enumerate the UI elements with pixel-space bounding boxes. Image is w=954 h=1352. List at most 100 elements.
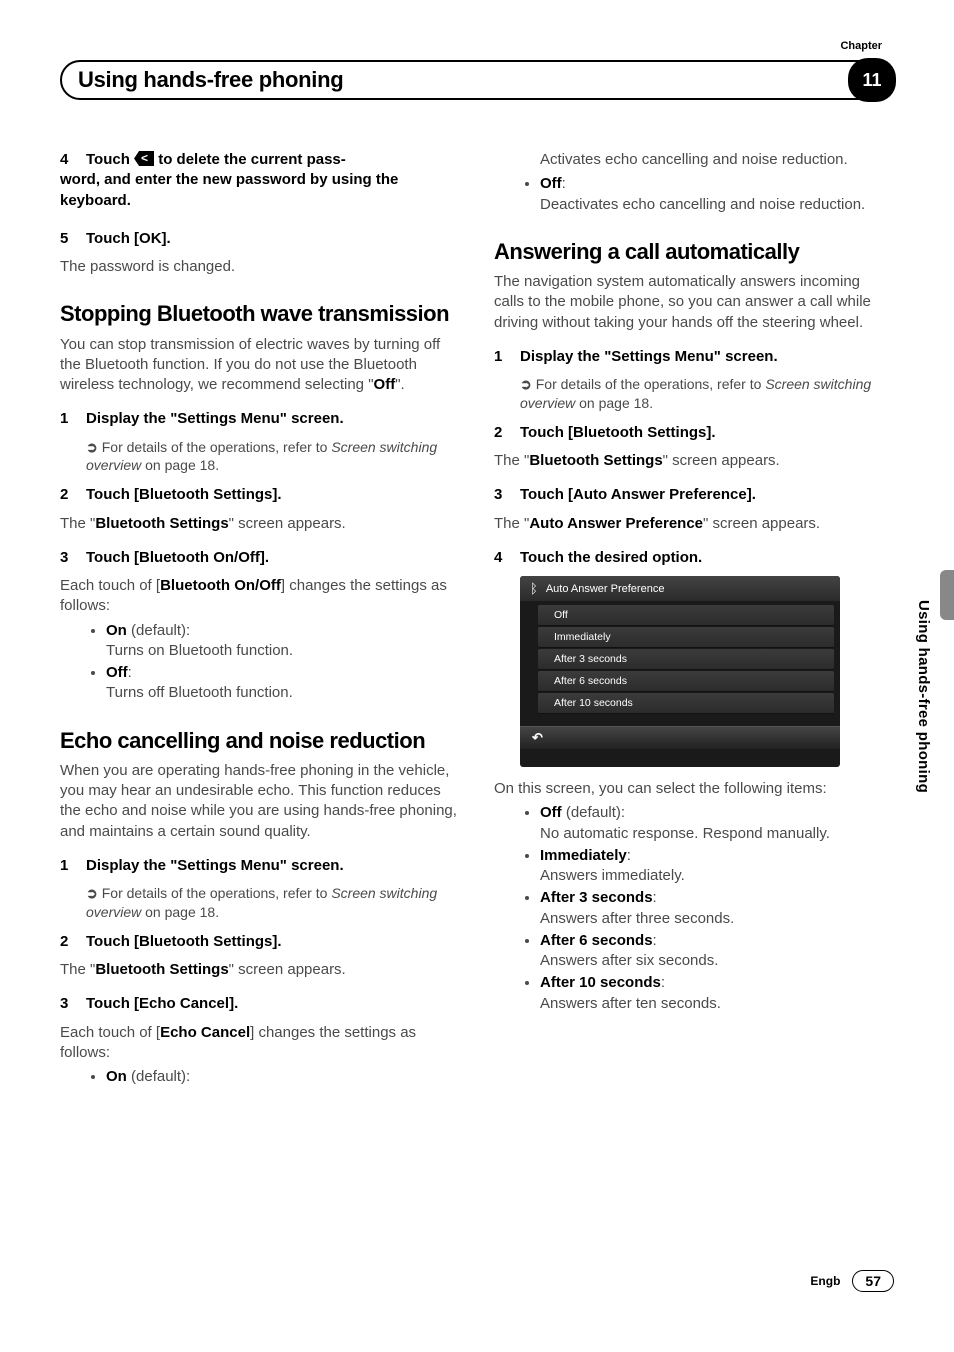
chapter-label: Chapter bbox=[840, 40, 882, 52]
step-text: Touch the desired option. bbox=[520, 549, 702, 566]
list-item: Off (default):No automatic response. Res… bbox=[540, 803, 894, 844]
text-emphasis: Off bbox=[106, 664, 128, 681]
text-emphasis: Bluetooth Settings bbox=[95, 961, 228, 978]
step-text: Touch [Bluetooth On/Off]. bbox=[86, 549, 269, 566]
chapter-number-badge: 11 bbox=[848, 58, 896, 102]
screenshot-row: After 6 seconds bbox=[538, 671, 834, 692]
text-emphasis: After 6 seconds bbox=[540, 932, 653, 949]
screenshot-list: Off Immediately After 3 seconds After 6 … bbox=[520, 601, 840, 714]
step-number: 4 bbox=[494, 548, 520, 568]
text: Answers immediately. bbox=[540, 866, 894, 886]
text: : bbox=[653, 889, 657, 906]
ref-text: on page 18. bbox=[141, 904, 219, 920]
body-text: The "Bluetooth Settings" screen appears. bbox=[494, 451, 894, 471]
text: : bbox=[562, 175, 566, 192]
text-emphasis: Auto Answer Preference bbox=[529, 515, 703, 532]
step: 3Touch [Bluetooth On/Off]. bbox=[60, 548, 460, 568]
step-number: 1 bbox=[60, 409, 86, 429]
text: Each touch of [ bbox=[60, 577, 160, 594]
ref-text: For details of the operations, refer to bbox=[536, 376, 766, 392]
text: " screen appears. bbox=[703, 515, 820, 532]
text: Deactivates echo cancelling and noise re… bbox=[540, 195, 894, 215]
text-emphasis: Off bbox=[374, 376, 396, 393]
back-icon: ↶ bbox=[532, 730, 543, 745]
body-text: The password is changed. bbox=[60, 257, 460, 277]
text: : bbox=[128, 664, 132, 681]
page-header: Using hands-free phoning 11 bbox=[60, 60, 894, 100]
text: The " bbox=[494, 452, 529, 469]
list-item: Immediately:Answers immediately. bbox=[540, 846, 894, 887]
step-number: 2 bbox=[494, 423, 520, 443]
text: Answers after ten seconds. bbox=[540, 994, 894, 1014]
text: The " bbox=[494, 515, 529, 532]
page-title: Using hands-free phoning bbox=[60, 60, 894, 100]
text: The " bbox=[60, 961, 95, 978]
bullet-list: On (default): Turns on Bluetooth functio… bbox=[106, 621, 460, 704]
text-emphasis: Off bbox=[540, 175, 562, 192]
step: 1Display the "Settings Menu" screen. bbox=[494, 347, 894, 367]
text-emphasis: Echo Cancel bbox=[160, 1024, 250, 1041]
step: 4Touch the desired option. bbox=[494, 548, 894, 568]
step-5: 5Touch [OK]. bbox=[60, 229, 460, 249]
screenshot-header: ᛒ Auto Answer Preference bbox=[520, 576, 840, 601]
step-text: Touch bbox=[86, 151, 134, 168]
body-text: On this screen, you can select the follo… bbox=[494, 779, 894, 799]
reference-note: ➲For details of the operations, refer to… bbox=[86, 884, 460, 922]
text-emphasis: After 3 seconds bbox=[540, 889, 653, 906]
step-number: 3 bbox=[60, 994, 86, 1014]
list-item: On (default): Turns on Bluetooth functio… bbox=[106, 621, 460, 662]
screenshot-row: Immediately bbox=[538, 627, 834, 648]
step: 1Display the "Settings Menu" screen. bbox=[60, 856, 460, 876]
step-number: 2 bbox=[60, 485, 86, 505]
text: (default): bbox=[127, 622, 190, 639]
body-text: Each touch of [Bluetooth On/Off] changes… bbox=[60, 576, 460, 617]
body-text: When you are operating hands-free phonin… bbox=[60, 761, 460, 842]
step: 1Display the "Settings Menu" screen. bbox=[60, 409, 460, 429]
side-label: Using hands-free phoning bbox=[915, 600, 932, 793]
list-item: After 3 seconds:Answers after three seco… bbox=[540, 888, 894, 929]
step-text: Display the "Settings Menu" screen. bbox=[86, 410, 344, 427]
screenshot-row: Off bbox=[538, 605, 834, 626]
screenshot-row: After 10 seconds bbox=[538, 693, 834, 714]
step-text: to delete the current pass- bbox=[154, 151, 346, 168]
step-text: Touch [Auto Answer Preference]. bbox=[520, 486, 756, 503]
step-text: Touch [Bluetooth Settings]. bbox=[520, 424, 716, 441]
step-text: Touch [OK]. bbox=[86, 230, 171, 247]
list-item: Off: Deactivates echo cancelling and noi… bbox=[540, 174, 894, 215]
body-text: Each touch of [Echo Cancel] changes the … bbox=[60, 1023, 460, 1064]
text: " screen appears. bbox=[229, 961, 346, 978]
text-emphasis: Bluetooth Settings bbox=[529, 452, 662, 469]
text-emphasis: On bbox=[106, 622, 127, 639]
text: Turns off Bluetooth function. bbox=[106, 683, 460, 703]
bullet-list: Off: Deactivates echo cancelling and noi… bbox=[540, 174, 894, 215]
text: Each touch of [ bbox=[60, 1024, 160, 1041]
ref-text: on page 18. bbox=[141, 457, 219, 473]
ref-text: on page 18. bbox=[575, 395, 653, 411]
text: No automatic response. Respond manually. bbox=[540, 824, 894, 844]
screenshot-footer: ↶ bbox=[520, 726, 840, 749]
step-text: Display the "Settings Menu" screen. bbox=[520, 348, 778, 365]
text: The " bbox=[60, 515, 95, 532]
reference-arrow-icon: ➲ bbox=[86, 885, 98, 901]
reference-note: ➲For details of the operations, refer to… bbox=[520, 375, 894, 413]
text: " screen appears. bbox=[229, 515, 346, 532]
reference-arrow-icon: ➲ bbox=[520, 376, 532, 392]
step-number: 4 bbox=[60, 150, 86, 170]
text: : bbox=[661, 974, 665, 991]
bullet-list: Off (default):No automatic response. Res… bbox=[540, 803, 894, 1014]
backspace-icon bbox=[134, 151, 154, 166]
step: 2Touch [Bluetooth Settings]. bbox=[60, 932, 460, 952]
body-text: The "Bluetooth Settings" screen appears. bbox=[60, 514, 460, 534]
screenshot-row: After 3 seconds bbox=[538, 649, 834, 670]
text-emphasis: After 10 seconds bbox=[540, 974, 661, 991]
step-text: Display the "Settings Menu" screen. bbox=[86, 857, 344, 874]
step: 3Touch [Auto Answer Preference]. bbox=[494, 485, 894, 505]
step-number: 5 bbox=[60, 229, 86, 249]
step-number: 3 bbox=[494, 485, 520, 505]
heading-echo-cancel: Echo cancelling and noise reduction bbox=[60, 728, 460, 753]
page-footer: Engb 57 bbox=[810, 1270, 894, 1292]
text: Answers after six seconds. bbox=[540, 951, 894, 971]
reference-arrow-icon: ➲ bbox=[86, 439, 98, 455]
text: ". bbox=[395, 376, 405, 393]
heading-auto-answer: Answering a call automatically bbox=[494, 239, 894, 264]
